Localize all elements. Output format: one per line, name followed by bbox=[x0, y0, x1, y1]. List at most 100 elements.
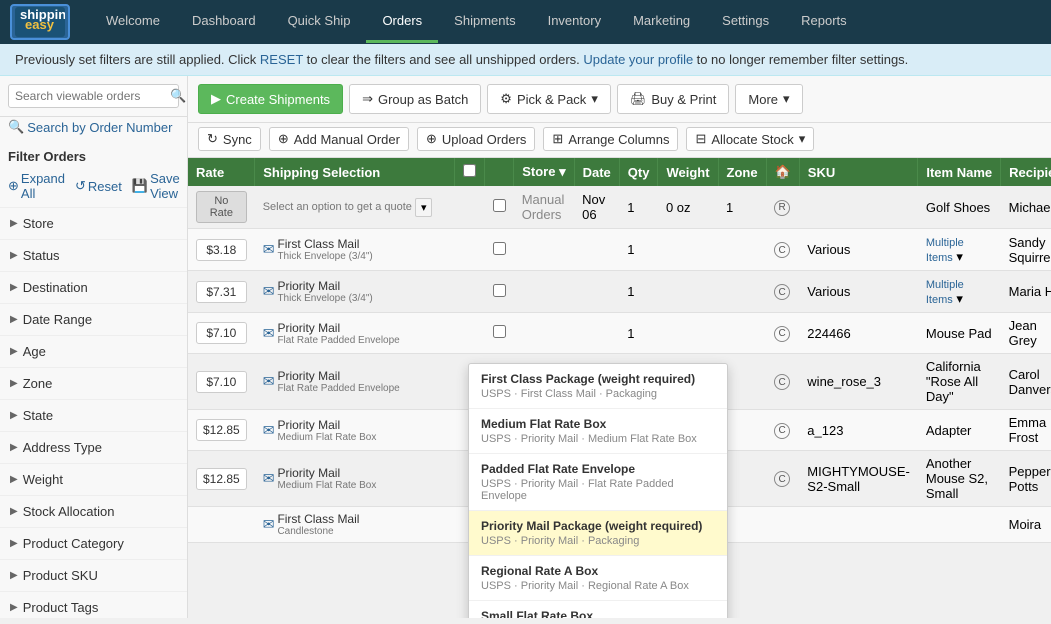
reset-link[interactable]: RESET bbox=[260, 52, 303, 67]
rate-value: $3.18 bbox=[196, 239, 247, 261]
dropdown-item-0[interactable]: First Class Package (weight required) US… bbox=[469, 364, 727, 409]
zone-icon-cell: C bbox=[766, 313, 799, 354]
shipping-select: ✉ Priority Mail Medium Flat Rate Box bbox=[263, 466, 447, 491]
shipping-info: Priority Mail Flat Rate Padded Envelope bbox=[277, 321, 399, 346]
arrange-columns-button[interactable]: ⊞ Arrange Columns bbox=[543, 127, 678, 151]
search-input[interactable] bbox=[15, 89, 170, 103]
sidebar-item-state[interactable]: ▶ State bbox=[0, 399, 187, 431]
search-icon[interactable]: 🔍 bbox=[170, 88, 186, 104]
sku-cell: a_123 bbox=[799, 410, 918, 451]
shipping-selection-cell: ✉ Priority Mail Medium Flat Rate Box bbox=[255, 451, 455, 507]
nav-reports[interactable]: Reports bbox=[785, 1, 863, 43]
rate-value: $7.10 bbox=[196, 371, 247, 393]
nav-orders[interactable]: Orders bbox=[366, 1, 438, 43]
item-name-cell bbox=[918, 507, 1001, 543]
sidebar-item-age[interactable]: ▶ Age bbox=[0, 335, 187, 367]
nav-marketing[interactable]: Marketing bbox=[617, 1, 706, 43]
dropdown-item-5[interactable]: Small Flat Rate Box USPS · Priority Mail… bbox=[469, 601, 727, 618]
add-manual-order-button[interactable]: ⊕ Add Manual Order bbox=[269, 127, 409, 151]
shipping-selection-cell: ✉ Priority Mail Flat Rate Padded Envelop… bbox=[255, 313, 455, 354]
sidebar-item-daterange[interactable]: ▶ Date Range bbox=[0, 303, 187, 335]
nav-welcome[interactable]: Welcome bbox=[90, 1, 176, 43]
dropdown-item-4[interactable]: Regional Rate A Box USPS · Priority Mail… bbox=[469, 556, 727, 601]
arrow-icon: ▶ bbox=[10, 314, 18, 325]
sku-cell: wine_rose_3 bbox=[799, 354, 918, 410]
sidebar-item-producttags[interactable]: ▶ Product Tags bbox=[0, 591, 187, 618]
row-checkbox[interactable] bbox=[493, 199, 506, 212]
item-name-cell: Multiple Items ▾ bbox=[918, 229, 1001, 271]
allocate-stock-button[interactable]: ⊟ Allocate Stock ▾ bbox=[686, 127, 814, 151]
arrow-icon: ▶ bbox=[10, 282, 18, 293]
sync-button[interactable]: ↻ Sync bbox=[198, 127, 261, 151]
arrow-icon: ▶ bbox=[10, 218, 18, 229]
search-box[interactable]: 🔍 bbox=[8, 84, 179, 108]
pick-pack-dropdown-arrow: ▾ bbox=[591, 91, 598, 107]
item-name-cell: Another Mouse S2, Small bbox=[918, 451, 1001, 507]
main-toolbar: ▶ Create Shipments ⇒ Group as Batch ⚙ Pi… bbox=[188, 76, 1051, 123]
item-name-cell: Multiple Items ▾ bbox=[918, 271, 1001, 313]
usps-icon: ✉ bbox=[263, 241, 275, 258]
arrow-icon: ▶ bbox=[10, 250, 18, 261]
nav-shipments[interactable]: Shipments bbox=[438, 1, 531, 43]
nav-dashboard[interactable]: Dashboard bbox=[176, 1, 272, 43]
store-cell bbox=[514, 229, 574, 271]
reset-filter-button[interactable]: ↺ Reset bbox=[75, 171, 122, 201]
rate-cell: $3.18 bbox=[188, 229, 255, 271]
shipping-selection-cell: Select an option to get a quote ▾ bbox=[255, 186, 455, 229]
sidebar-item-weight[interactable]: ▶ Weight bbox=[0, 463, 187, 495]
sidebar-item-addresstype[interactable]: ▶ Address Type bbox=[0, 431, 187, 463]
recipient-cell: Jean Grey bbox=[1001, 313, 1051, 354]
buy-print-button[interactable]: 🖨 Buy & Print bbox=[617, 84, 730, 114]
sidebar-item-status[interactable]: ▶ Status bbox=[0, 239, 187, 271]
sku-cell: Various bbox=[799, 271, 918, 313]
save-view-button[interactable]: 💾 Save View bbox=[132, 171, 180, 201]
expand-all-button[interactable]: ⊕ Expand All bbox=[8, 171, 65, 201]
no-rate-button[interactable]: No Rate bbox=[196, 191, 247, 223]
sidebar-item-stockallocation[interactable]: ▶ Stock Allocation bbox=[0, 495, 187, 527]
create-shipments-button[interactable]: ▶ Create Shipments bbox=[198, 84, 343, 114]
shipping-select: Select an option to get a quote ▾ bbox=[263, 198, 447, 217]
profile-link[interactable]: Update your profile bbox=[583, 52, 693, 67]
content-area: ▶ Create Shipments ⇒ Group as Batch ⚙ Pi… bbox=[188, 76, 1051, 618]
sidebar-item-productsku[interactable]: ▶ Product SKU bbox=[0, 559, 187, 591]
more-button[interactable]: More ▾ bbox=[735, 84, 802, 114]
sidebar-item-zone[interactable]: ▶ Zone bbox=[0, 367, 187, 399]
dropdown-item-3[interactable]: Priority Mail Package (weight required) … bbox=[469, 511, 727, 556]
dropdown-item-1[interactable]: Medium Flat Rate Box USPS · Priority Mai… bbox=[469, 409, 727, 454]
sidebar-item-destination[interactable]: ▶ Destination bbox=[0, 271, 187, 303]
info-text3: to no longer remember filter settings. bbox=[697, 52, 909, 67]
logo[interactable]: shipping easy bbox=[10, 4, 70, 40]
nav-items: Welcome Dashboard Quick Ship Orders Ship… bbox=[90, 1, 1041, 43]
sidebar-item-store[interactable]: ▶ Store bbox=[0, 207, 187, 239]
row-checkbox[interactable] bbox=[493, 242, 506, 255]
item-name-cell: Adapter bbox=[918, 410, 1001, 451]
rate-value: $7.10 bbox=[196, 322, 247, 344]
dropdown-item-2[interactable]: Padded Flat Rate Envelope USPS · Priorit… bbox=[469, 454, 727, 511]
store-dropdown-arrow[interactable]: ▾ bbox=[559, 164, 566, 179]
rate-value: $12.85 bbox=[196, 419, 247, 441]
expand-items-icon[interactable]: ▾ bbox=[956, 291, 963, 306]
row-checkbox[interactable] bbox=[493, 325, 506, 338]
zone-icon-cell: C bbox=[766, 410, 799, 451]
recipient-cell: Michael T bbox=[1001, 186, 1051, 229]
sidebar-item-productcategory[interactable]: ▶ Product Category bbox=[0, 527, 187, 559]
pick-pack-button[interactable]: ⚙ Pick & Pack ▾ bbox=[487, 84, 611, 114]
recipient-cell: Carol Danvers bbox=[1001, 354, 1051, 410]
row-checkbox[interactable] bbox=[493, 284, 506, 297]
shipping-select: ✉ Priority Mail Flat Rate Padded Envelop… bbox=[263, 369, 447, 394]
group-as-batch-button[interactable]: ⇒ Group as Batch bbox=[349, 84, 481, 114]
shipping-selection-cell: ✉ Priority Mail Medium Flat Rate Box bbox=[255, 410, 455, 451]
select-all-checkbox[interactable] bbox=[463, 164, 476, 177]
save-icon: 💾 bbox=[132, 178, 148, 194]
nav-quickship[interactable]: Quick Ship bbox=[272, 1, 367, 43]
info-bar: Previously set filters are still applied… bbox=[0, 44, 1051, 76]
shipping-selection-cell: ✉ Priority Mail Thick Envelope (3/4") bbox=[255, 271, 455, 313]
shipping-dropdown-button[interactable]: ▾ bbox=[415, 198, 433, 217]
nav-settings[interactable]: Settings bbox=[706, 1, 785, 43]
nav-inventory[interactable]: Inventory bbox=[532, 1, 617, 43]
col-store: Store ▾ bbox=[514, 158, 574, 186]
upload-orders-button[interactable]: ⊕ Upload Orders bbox=[417, 127, 535, 151]
search-by-order[interactable]: 🔍 Search by Order Number bbox=[0, 117, 187, 141]
shipping-options-dropdown: First Class Package (weight required) US… bbox=[468, 363, 728, 618]
expand-items-icon[interactable]: ▾ bbox=[956, 249, 963, 264]
